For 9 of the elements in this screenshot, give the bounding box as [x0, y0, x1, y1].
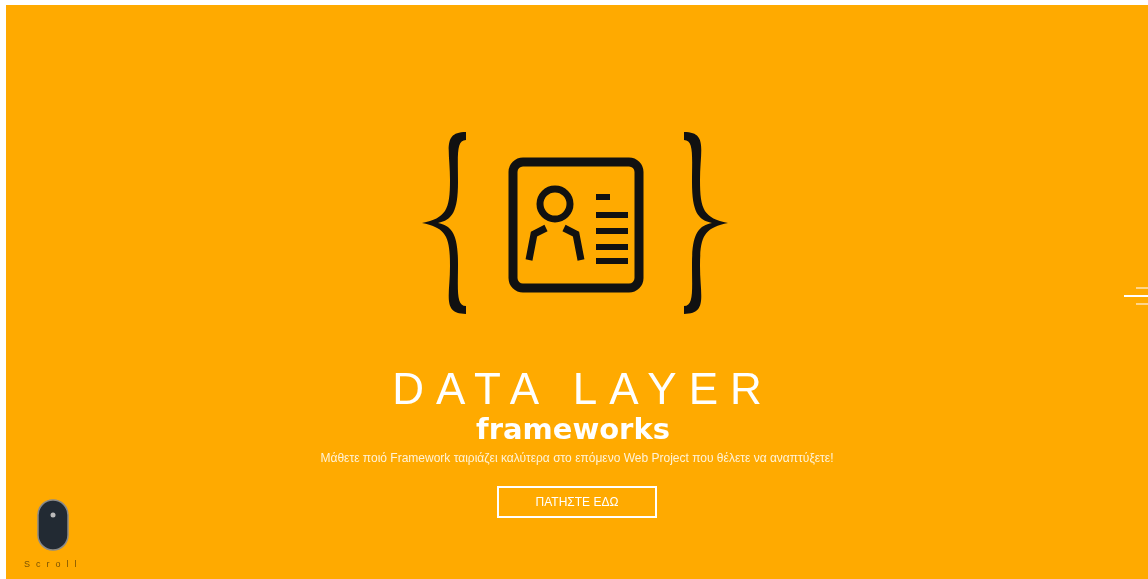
slide-nav-line[interactable] [1136, 303, 1148, 305]
hero-title: DATA LAYER [391, 366, 774, 412]
slide-nav-line[interactable] [1124, 295, 1148, 297]
hero-subtitle: frameworks [476, 412, 670, 446]
mouse-icon [37, 499, 70, 551]
cta-button[interactable]: ΠΑΤΗΣΤΕ ΕΔΩ [497, 486, 657, 518]
slide-nav-line[interactable] [1136, 287, 1148, 289]
hero-tagline: Μάθετε ποιό Framework ταιριάζει καλύτερα στο επόμενο Web Project που θέλετε να αναπτύξετε! [320, 451, 834, 465]
scroll-label: Scroll [24, 559, 83, 569]
